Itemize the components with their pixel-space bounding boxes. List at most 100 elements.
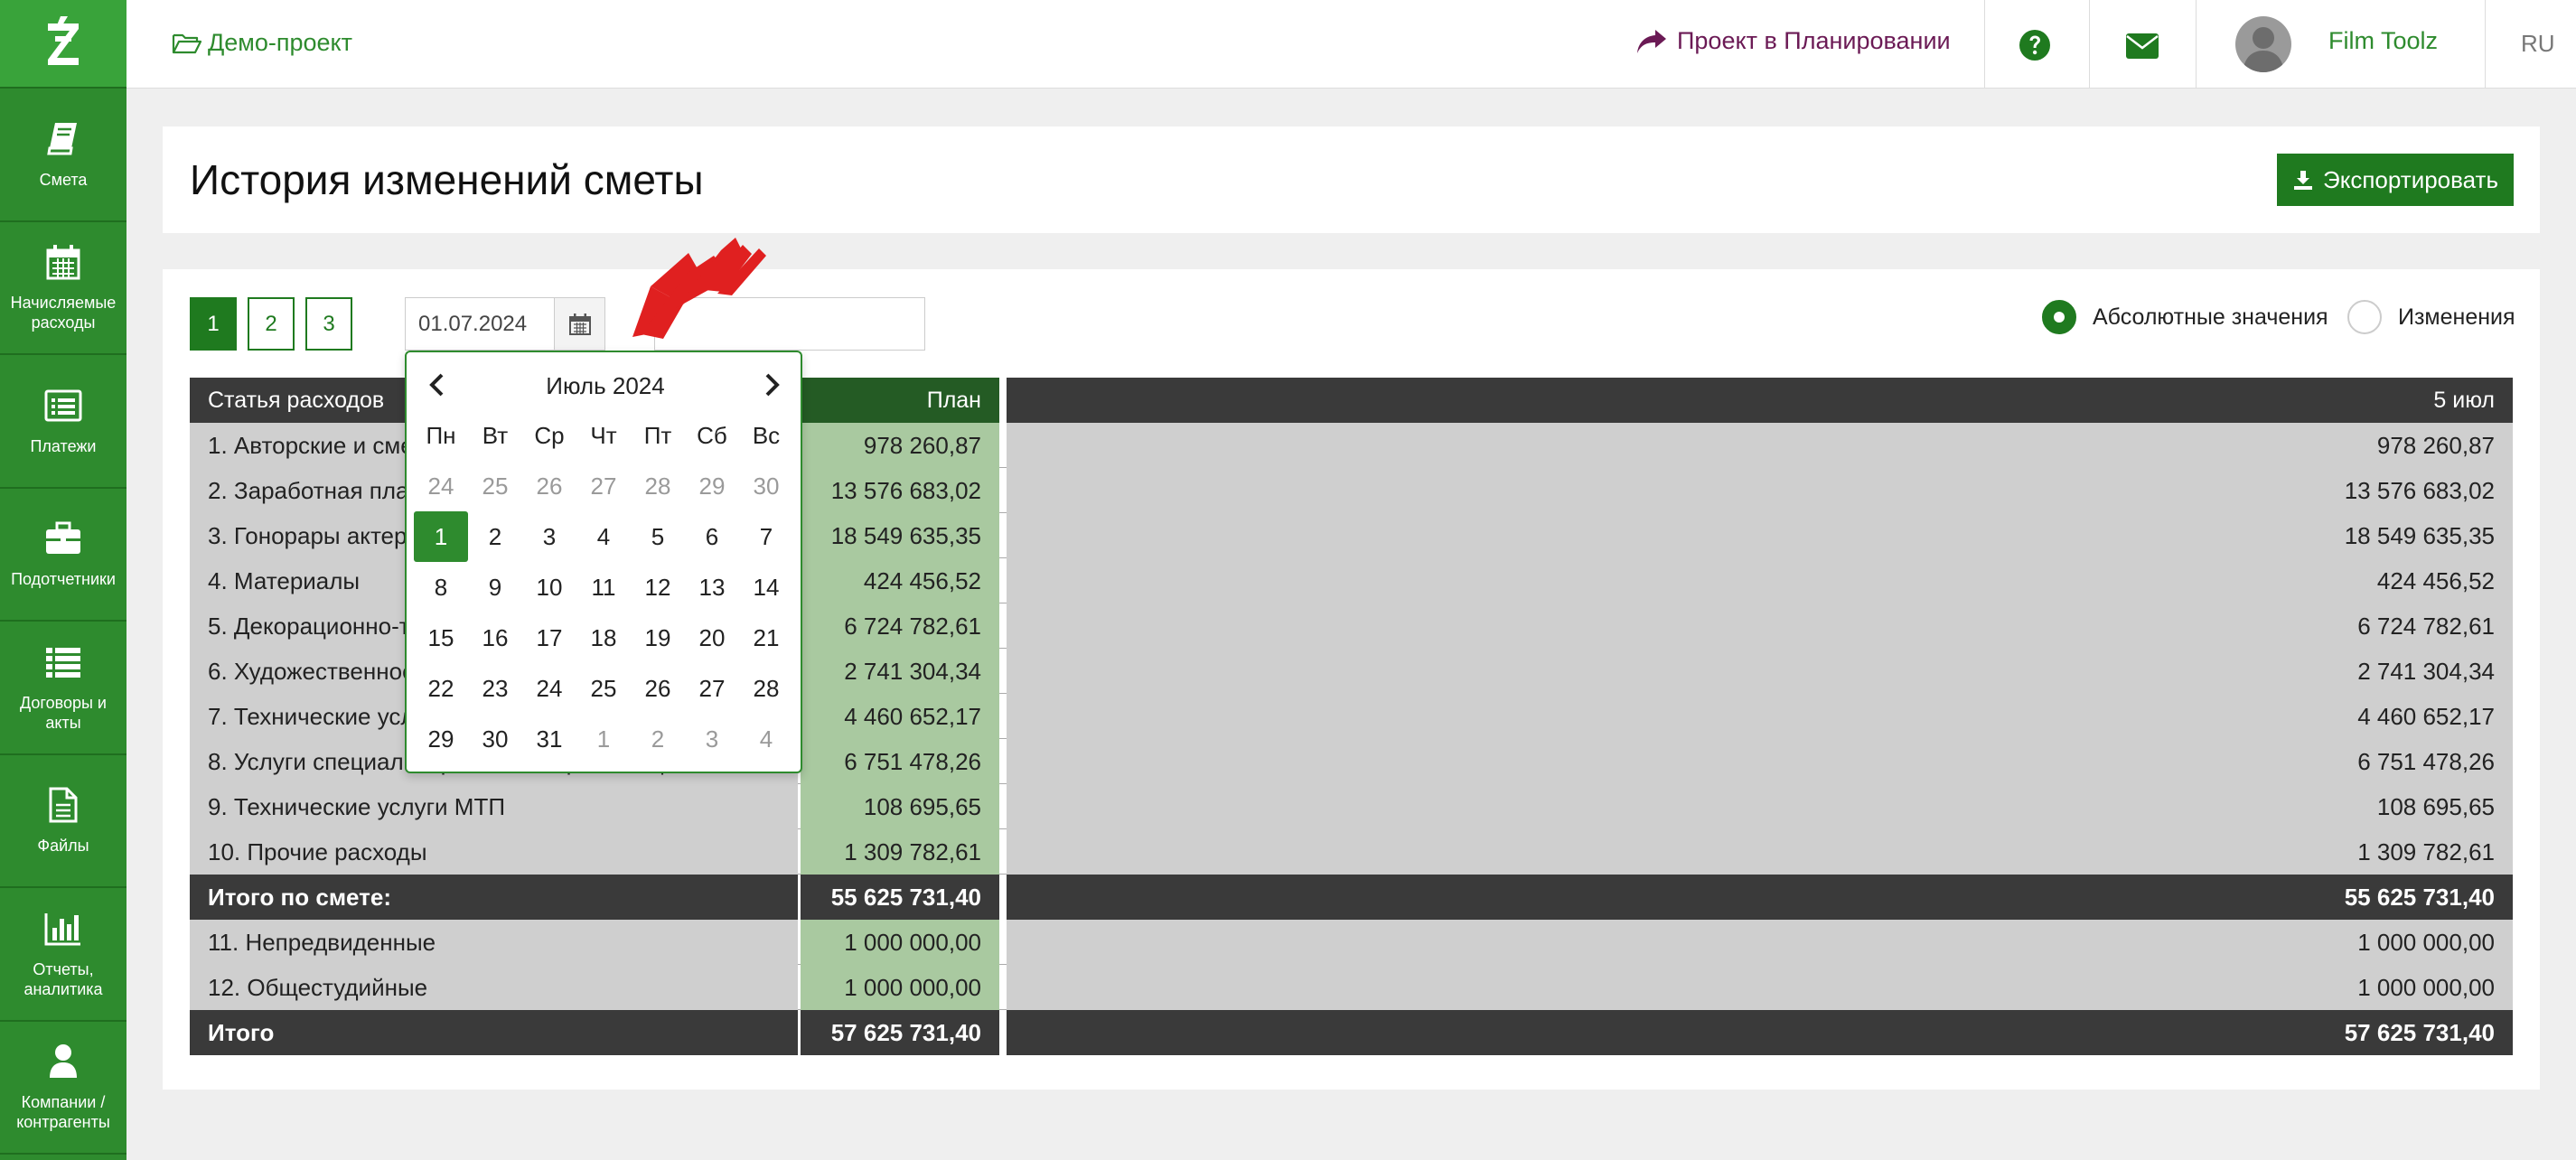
calendar-icon [568, 313, 591, 335]
radio-absolute-values[interactable]: Абсолютные значения [2042, 300, 2328, 334]
calendar-toggle-button[interactable] [554, 298, 604, 350]
weekday-header-row: Пн Вт Ср Чт Пт Сб Вс [414, 410, 793, 461]
sidebar-item-2[interactable]: Начисляемые расходы [0, 222, 126, 355]
calendar-day[interactable]: 15 [414, 613, 468, 663]
calendar-day[interactable]: 16 [468, 613, 522, 663]
help-icon[interactable] [2019, 29, 2051, 66]
sidebar-item-1[interactable]: Смета [0, 89, 126, 222]
calendar-day[interactable]: 21 [739, 613, 793, 663]
page-button-3[interactable]: 3 [305, 297, 352, 351]
sidebar-item-3[interactable]: Платежи [0, 355, 126, 489]
row-date-value: 978 260,87 [1007, 423, 2513, 468]
list-icon [43, 642, 83, 682]
calendar-day[interactable]: 13 [685, 562, 739, 613]
sidebar-item-label: Смета [39, 170, 88, 189]
calendar-day[interactable]: 24 [414, 461, 468, 511]
calendar-day[interactable]: 30 [468, 714, 522, 764]
radio-changes[interactable]: Изменения [2347, 300, 2515, 334]
calendar-day[interactable]: 20 [685, 613, 739, 663]
calendar-day[interactable]: 24 [522, 663, 576, 714]
calendar-day[interactable]: 4 [576, 511, 631, 562]
row-plan-value: 6 724 782,61 [801, 603, 999, 649]
calendar-day[interactable]: 29 [685, 461, 739, 511]
calendar-day[interactable]: 28 [739, 663, 793, 714]
row-plan-value: 424 456,52 [801, 558, 999, 603]
datepicker-grid: Пн Вт Ср Чт Пт Сб Вс 24 25 26 27 28 29 30 1 2 3 4 5 6 7 8 9 10… [414, 410, 793, 764]
bar-chart-icon [43, 909, 83, 949]
calendar-day[interactable]: 5 [631, 511, 685, 562]
calendar-day[interactable]: 10 [522, 562, 576, 613]
calendar-day[interactable]: 9 [468, 562, 522, 613]
row-date-value: 6 751 478,26 [1007, 739, 2513, 784]
calendar-day[interactable]: 2 [631, 714, 685, 764]
language-switch[interactable]: RU [2521, 30, 2555, 58]
calendar-day[interactable]: 30 [739, 461, 793, 511]
logo-icon [48, 16, 79, 65]
calendar-day[interactable]: 14 [739, 562, 793, 613]
app-logo[interactable] [0, 0, 126, 89]
calendar-day[interactable]: 1 [576, 714, 631, 764]
sidebar-item-label: Отчеты, аналитика [23, 959, 103, 998]
calendar-day[interactable]: 19 [631, 613, 685, 663]
row-date-value: 2 741 304,34 [1007, 649, 2513, 694]
calendar-day[interactable]: 7 [739, 511, 793, 562]
page-button-1[interactable]: 1 [190, 297, 237, 351]
download-icon [2294, 171, 2312, 190]
project-link[interactable]: Демо-проект [172, 29, 352, 57]
sidebar-item-6[interactable]: Файлы [0, 755, 126, 888]
file-icon [43, 785, 83, 825]
row-date-value: 108 695,65 [1007, 784, 2513, 829]
page-button-2[interactable]: 2 [248, 297, 295, 351]
envelope-icon[interactable] [2125, 33, 2159, 64]
calendar-day-selected[interactable]: 1 [414, 511, 468, 562]
calendar-week-row: 15 16 17 18 19 20 21 [414, 613, 793, 663]
calendar-day[interactable]: 26 [522, 461, 576, 511]
calendar-day[interactable]: 17 [522, 613, 576, 663]
book-icon [43, 119, 83, 159]
calendar-day[interactable]: 25 [576, 663, 631, 714]
avatar[interactable] [2235, 16, 2291, 72]
calendar-day[interactable]: 12 [631, 562, 685, 613]
user-icon [43, 1042, 83, 1081]
calendar-day[interactable]: 25 [468, 461, 522, 511]
calendar-day[interactable]: 3 [522, 511, 576, 562]
calendar-day[interactable]: 23 [468, 663, 522, 714]
divider [2485, 0, 2486, 89]
weekday-label: Вс [752, 421, 781, 449]
sidebar-item-8[interactable]: Компании / контрагенты [0, 1022, 126, 1155]
calendar-day[interactable]: 27 [576, 461, 631, 511]
radio-absolute-indicator[interactable] [2042, 300, 2076, 334]
export-button[interactable]: Экспортировать [2277, 154, 2514, 206]
datepicker-month-label[interactable]: Июль 2024 [407, 372, 804, 400]
calendar-day[interactable]: 29 [414, 714, 468, 764]
user-name[interactable]: Film Toolz [2328, 27, 2438, 55]
calendar-day[interactable]: 8 [414, 562, 468, 613]
calendar-day[interactable]: 3 [685, 714, 739, 764]
calendar-day[interactable]: 11 [576, 562, 631, 613]
date-from-value[interactable]: 01.07.2024 [406, 298, 554, 350]
calendar-day[interactable]: 28 [631, 461, 685, 511]
calendar-day[interactable]: 22 [414, 663, 468, 714]
table-total-row: Итого по смете: 55 625 731,40 55 625 731,4… [190, 875, 2513, 920]
sidebar-item-7[interactable]: Отчеты, аналитика [0, 888, 126, 1022]
calendar-day[interactable]: 27 [685, 663, 739, 714]
calendar-day[interactable]: 4 [739, 714, 793, 764]
table-row: 9. Технические услуги МТП 108 695,65 108 6… [190, 784, 2513, 829]
export-label: Экспортировать [2323, 165, 2498, 193]
calendar-day[interactable]: 26 [631, 663, 685, 714]
calendar-day[interactable]: 18 [576, 613, 631, 663]
calendar-day[interactable]: 2 [468, 511, 522, 562]
sidebar-item-4[interactable]: Подотчетники [0, 489, 126, 622]
divider [2089, 0, 2090, 89]
date-from-field[interactable]: 01.07.2024 [405, 297, 605, 351]
row-date-value: 1 000 000,00 [1007, 965, 2513, 1010]
radio-changes-indicator[interactable] [2347, 300, 2382, 334]
sidebar-item-5[interactable]: Договоры и акты [0, 622, 126, 755]
divider [2196, 0, 2197, 89]
calendar-day[interactable]: 31 [522, 714, 576, 764]
plan-status-link[interactable]: Проект в Планировании [1635, 27, 1951, 55]
row-date-value: 424 456,52 [1007, 558, 2513, 603]
row-date-value: 6 724 782,61 [1007, 603, 2513, 649]
next-month-button[interactable] [761, 372, 782, 402]
calendar-day[interactable]: 6 [685, 511, 739, 562]
